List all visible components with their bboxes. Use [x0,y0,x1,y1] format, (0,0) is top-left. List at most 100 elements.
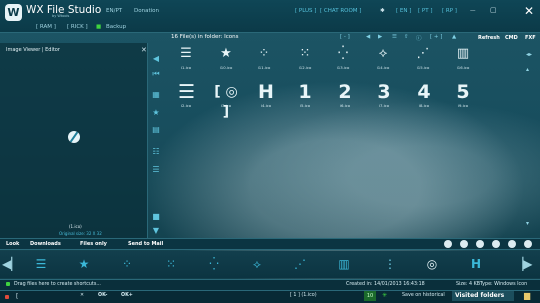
shortcut-circle-icon[interactable]: ◎ [424,257,440,271]
file-tile-selected[interactable]: [ ◎ ] i3.ico [210,84,242,120]
shortcut-arrows-icon[interactable]: ⟡ [249,257,265,271]
dots-diagonal-icon: ⁘ [258,46,270,61]
file-label: i3.ico [220,103,232,108]
folder-info: 16 File(s) in folder: Icons [171,34,239,40]
scroll-left-right-icon[interactable]: ◂▸ [526,51,532,58]
thumbnail-view-icon[interactable]: ▤ [150,125,162,135]
backup-link[interactable]: Backup [106,24,126,30]
tab-downloads[interactable]: Downloads [30,241,61,247]
file-label: i4.ico [260,103,272,108]
rick-button[interactable]: [ RICK ] [67,24,88,30]
ram-button[interactable]: [ RAM ] [36,24,56,30]
globe-icon[interactable] [524,240,532,248]
file-tile[interactable]: ☰ i2.ico [174,82,198,120]
number-1-icon: 1 [298,81,312,103]
file-tile[interactable]: ☰ i1.ico [174,46,198,82]
settings-gear-icon[interactable] [444,240,452,248]
previous-icon[interactable]: ◀ [150,54,162,64]
refresh-link[interactable]: Refresh [478,35,500,41]
list-view-icon[interactable]: ☰ [392,34,397,40]
up-arrow-icon[interactable]: ▲ [452,34,456,40]
file-tile[interactable]: ⟡ i14.ico [371,46,395,82]
details-view-icon[interactable]: ☷ [150,147,162,157]
file-tile[interactable]: ⋰ i15.ico [411,46,435,82]
power-icon[interactable] [508,240,516,248]
file-label: i9.ico [457,103,469,108]
file-tile[interactable]: ⁛ i13.ico [331,46,355,82]
pt-button[interactable]: [ PT ] [418,8,432,14]
shortcut-h-icon[interactable]: H [468,257,484,271]
grid-view-icon[interactable]: ▦ [150,90,162,100]
file-tile[interactable]: 2 i6.ico [333,82,357,120]
shortcut-bars-icon[interactable]: ▥ [336,257,352,271]
shortcut-dots-icon[interactable]: ⁘ [119,257,135,271]
en-button[interactable]: [ EN ] [396,8,411,14]
chat-room-button[interactable]: [ CHAT ROOM ] [320,8,361,14]
file-tile[interactable]: 4 i8.ico [412,82,436,120]
shortcut-scatter-icon[interactable]: ⁙ [163,257,179,271]
h-letter-icon: H [258,81,274,103]
shortcut-diagonal-icon[interactable]: ⋰ [292,257,308,271]
minimize-icon[interactable]: — [470,8,476,14]
shortcuts-prev-icon[interactable]: ◀▏ [2,257,20,271]
close-app-icon[interactable]: ✕ [524,4,534,18]
ok-plus-button[interactable]: OK+ [121,293,133,298]
menu-lines-icon: ☰ [180,46,192,61]
stop-icon[interactable]: ■ [150,212,162,222]
tab-send-to-mail[interactable]: Send to Mail [128,241,163,247]
plus-button[interactable]: [ PLUS ] [295,8,316,14]
info-icon[interactable]: ⓘ [416,34,422,42]
preview-original-size: Original size: 32 X 32 [59,231,102,236]
favorite-star-icon[interactable]: ★ [150,108,162,118]
nav-right-icon[interactable]: ▶ [378,34,382,40]
cmd-link[interactable]: CMD [505,35,518,41]
clear-icon[interactable]: ✕ [80,293,84,298]
shortcut-grid-icon[interactable]: ⁛ [206,257,222,271]
file-label: i16.ico [456,65,470,70]
file-label: i12.ico [298,65,312,70]
list-view-vertical-icon[interactable]: ☰ [150,165,162,175]
scroll-down-icon[interactable]: ▾ [526,220,529,227]
tab-look[interactable]: Look [6,241,19,247]
file-label: i11.ico [257,65,271,70]
file-tile[interactable]: ▥ i16.ico [451,46,475,82]
move-up-icon[interactable]: ⇧ [404,34,409,40]
viewer-close-icon[interactable]: ✕ [141,46,147,54]
nav-left-icon[interactable]: ◀ [366,34,370,40]
file-tile[interactable]: Hi4.ico [254,81,278,120]
file-tile[interactable]: ⁙ i12.ico [293,46,317,82]
spinner-icon: ✳ [382,292,388,299]
skip-back-icon[interactable]: ⏮ [150,69,162,79]
file-tile[interactable]: 3 i7.ico [372,82,396,120]
input-bracket-icon[interactable]: [ [16,293,18,300]
rp-button[interactable]: [ RP ] [442,8,457,14]
file-label: i13.ico [336,65,350,70]
visited-folders-button[interactable]: Visited folders [452,291,514,301]
settings-icon[interactable]: ✱ [380,8,385,14]
language-menu[interactable]: EN/PT [106,8,122,14]
shortcut-menu-icon[interactable]: ☰ [33,257,49,271]
fxf-link[interactable]: FXF [525,35,536,41]
file-tile[interactable]: ★ i10.ico [214,46,238,82]
tab-files-only[interactable]: Files only [80,241,107,247]
file-tile[interactable]: 5 i9.ico [451,82,475,120]
refresh-icon[interactable] [476,240,484,248]
folder-icon[interactable] [460,240,468,248]
file-tile[interactable]: 1 i5.ico [293,81,317,120]
music-icon[interactable] [492,240,500,248]
ok-minus-button[interactable]: OK- [98,293,107,298]
donation-link[interactable]: Donation [134,8,159,14]
folder-icon[interactable]: ▆ [524,291,530,300]
scroll-up-icon[interactable]: ▴ [526,66,529,73]
file-tile[interactable]: ⁘ i11.ico [252,46,276,82]
shortcut-star-icon[interactable]: ★ [76,257,92,271]
app-window: W WX File Studio by Wtools EN/PT Donatio… [0,0,540,303]
sort-down-icon[interactable]: ▼ [150,226,162,236]
file-label: i10.ico [219,65,233,70]
zoom-out-button[interactable]: [ - ] [340,34,350,40]
save-historical-link[interactable]: Save on historical [402,293,445,298]
shortcuts-next-icon[interactable]: ▕▶ [514,257,532,271]
maximize-icon[interactable]: ▢ [490,6,497,14]
zoom-in-button[interactable]: [ + ] [430,34,442,40]
shortcut-loading-icon[interactable]: ⋮ [382,257,398,271]
